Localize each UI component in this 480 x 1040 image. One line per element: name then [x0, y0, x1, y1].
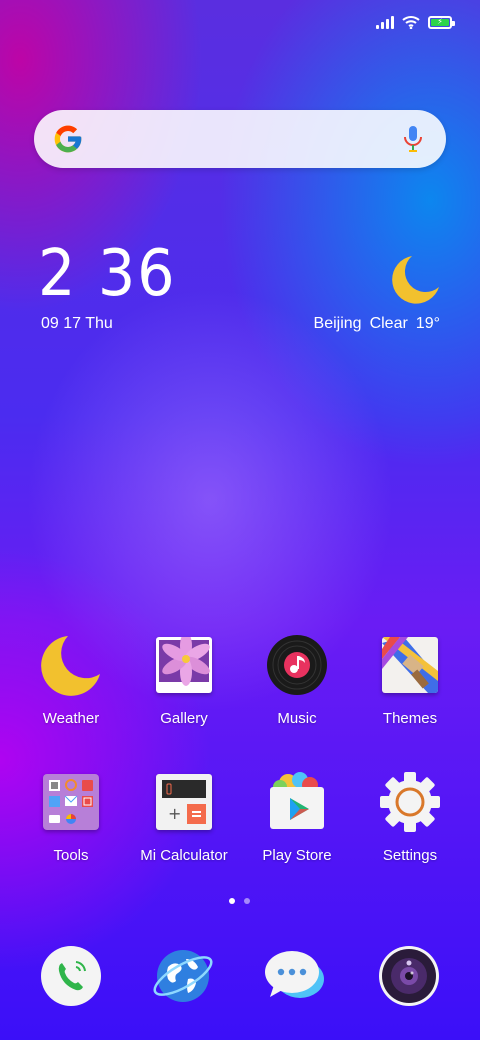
app-weather[interactable]: Weather — [15, 634, 127, 727]
weather-moon-icon — [40, 634, 102, 696]
weather-temperature: 19° — [415, 315, 440, 332]
app-label: Settings — [382, 847, 438, 864]
app-label: Tools — [53, 847, 89, 864]
svg-text:+: + — [168, 804, 181, 823]
app-settings[interactable]: Settings — [354, 771, 466, 864]
browser-globe-icon[interactable] — [152, 945, 214, 1007]
app-label: Mi Calculator — [140, 847, 228, 864]
settings-gear-icon — [379, 771, 441, 833]
app-gallery[interactable]: Gallery — [128, 634, 240, 727]
weather-city: Beijing — [313, 315, 362, 332]
weather-summary[interactable]: Beijing Clear 19° — [314, 315, 440, 333]
calculator-icon: + — [153, 771, 215, 833]
play-store-icon — [266, 771, 328, 833]
app-tools[interactable]: Tools — [15, 771, 127, 864]
page-indicator — [229, 898, 250, 904]
app-label: Gallery — [160, 710, 208, 727]
wifi-icon — [402, 16, 420, 29]
moon-icon[interactable] — [390, 253, 440, 305]
app-mi-calculator[interactable]: + Mi Calculator — [128, 771, 240, 864]
app-label: Weather — [42, 710, 100, 727]
messages-icon[interactable] — [264, 945, 326, 1007]
signal-icon — [376, 15, 394, 29]
gallery-flower-icon — [153, 634, 215, 696]
google-logo-icon — [54, 125, 82, 153]
app-themes[interactable]: Themes — [354, 634, 466, 727]
page-dot-active[interactable] — [229, 898, 235, 904]
phone-icon[interactable] — [40, 945, 102, 1007]
status-bar: ⚡ — [376, 12, 455, 32]
app-label: Themes — [382, 710, 438, 727]
app-label: Music — [277, 710, 317, 727]
google-search-bar[interactable] — [34, 110, 446, 168]
battery-charging-icon: ⚡ — [428, 15, 455, 29]
themes-brush-icon — [379, 634, 441, 696]
page-dot[interactable] — [244, 898, 250, 904]
app-label: Play Store — [262, 847, 332, 864]
microphone-icon[interactable] — [402, 124, 424, 154]
app-play-store[interactable]: Play Store — [241, 771, 353, 864]
weather-condition: Clear — [369, 315, 408, 332]
camera-icon[interactable] — [378, 945, 440, 1007]
music-record-icon — [266, 634, 328, 696]
clock-date: 09 17 Thu — [41, 315, 113, 332]
app-music[interactable]: Music — [241, 634, 353, 727]
clock-time[interactable]: 2 36 — [38, 242, 176, 306]
tools-folder-icon — [40, 771, 102, 833]
